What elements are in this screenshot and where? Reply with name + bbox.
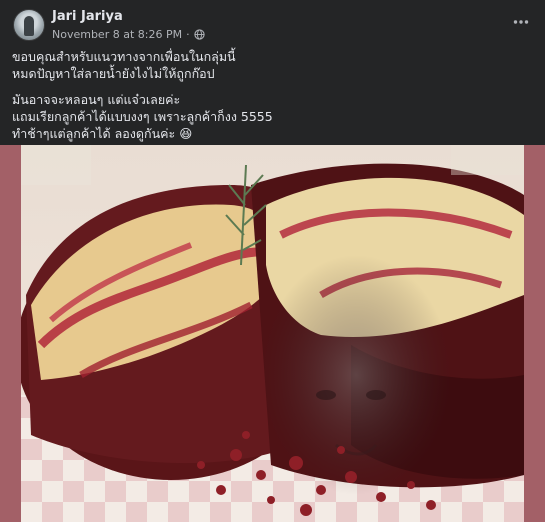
post-line: ทำช้าๆแต่ลูกค้าได้ ลองดูกันค่ะ 😆 xyxy=(12,126,193,141)
facebook-post: Jari Jariya November 8 at 8:26 PM · ขอบค… xyxy=(0,0,545,522)
author-name[interactable]: Jari Jariya xyxy=(52,9,123,24)
post-line: หมดปัญหาใส่ลายน้ำยังไงไม่ให้ถูกก๊อป xyxy=(12,66,215,81)
photo-frame xyxy=(0,145,545,522)
post-line: มันอาจจะหลอนๆ แต่แจ๋วเลยค่ะ xyxy=(12,92,181,107)
globe-icon[interactable] xyxy=(193,29,205,40)
post-text: ขอบคุณสำหรับแนวทางจากเพื่อนในกลุ่มนี้ หม… xyxy=(12,48,532,151)
avatar-silhouette xyxy=(24,16,34,36)
post-line: ขอบคุณสำหรับแนวทางจากเพื่อนในกลุ่มนี้ xyxy=(12,49,236,64)
post-line: แถมเรียกลูกค้าได้แบบงงๆ เพราะลูกค้าก็งง … xyxy=(12,109,273,124)
post-meta: November 8 at 8:26 PM · xyxy=(52,28,205,41)
meta-separator: · xyxy=(186,28,190,41)
more-options-button[interactable] xyxy=(509,10,533,34)
post-timestamp[interactable]: November 8 at 8:26 PM xyxy=(52,28,182,41)
post-paragraph: มันอาจจะหลอนๆ แต่แจ๋วเลยค่ะ แถมเรียกลูกค… xyxy=(12,91,532,142)
author-avatar[interactable] xyxy=(13,9,45,41)
post-photo[interactable] xyxy=(21,145,524,522)
cake-photo-illustration xyxy=(21,145,524,522)
post-header: Jari Jariya November 8 at 8:26 PM · xyxy=(0,0,545,48)
more-horizontal-icon xyxy=(513,20,529,24)
post-paragraph: ขอบคุณสำหรับแนวทางจากเพื่อนในกลุ่มนี้ หม… xyxy=(12,48,532,82)
